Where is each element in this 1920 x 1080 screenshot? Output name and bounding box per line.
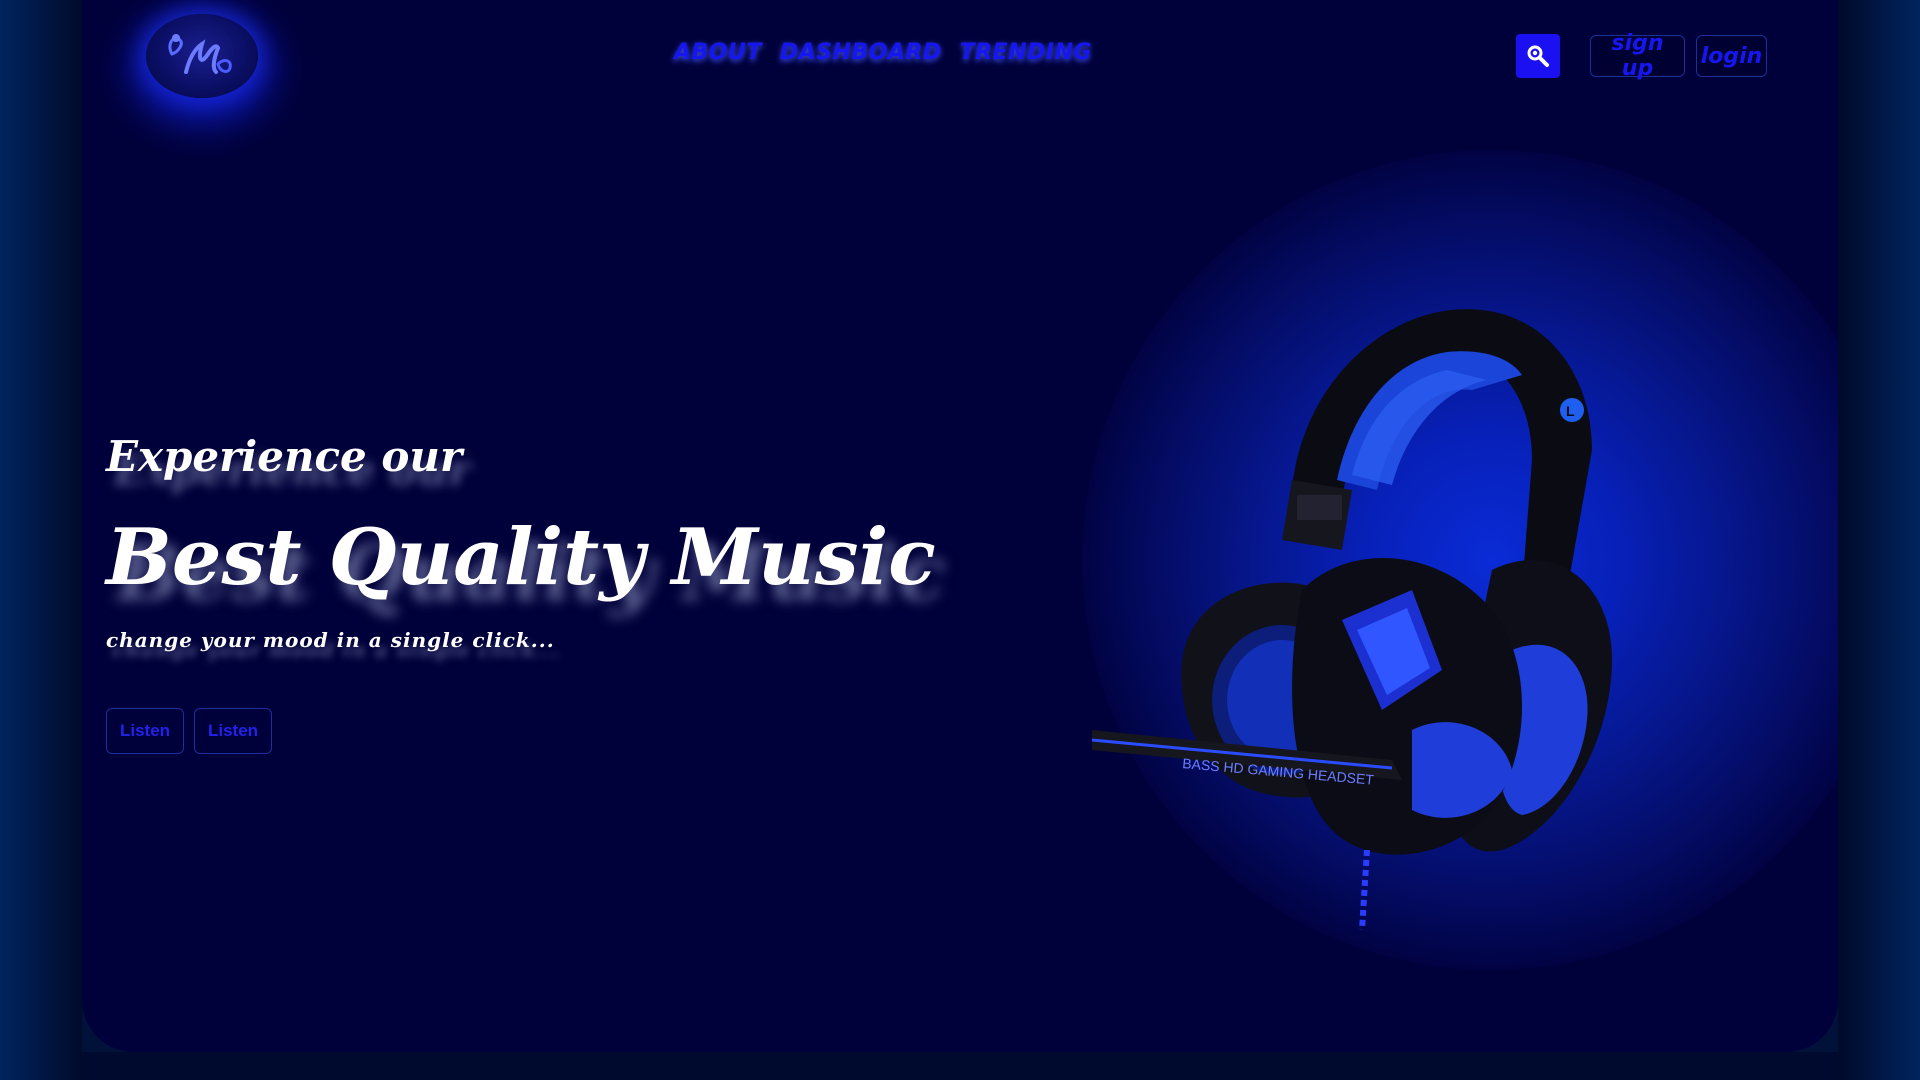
nav-trending[interactable]: TRENDING [960, 40, 1092, 65]
login-button[interactable]: login [1696, 35, 1767, 77]
right-side-gutter [1838, 0, 1920, 1080]
hero-title: Best Quality Music [106, 512, 936, 603]
search-button[interactable] [1516, 34, 1560, 78]
hero-panel: ABOUT DASHBOARD TRENDING sign up login E… [82, 0, 1838, 1052]
left-side-gutter [0, 0, 82, 1080]
nav-dashboard[interactable]: DASHBOARD [780, 40, 942, 65]
bottom-strip [82, 1052, 1838, 1080]
main-nav: ABOUT DASHBOARD TRENDING [674, 40, 1092, 65]
signup-button[interactable]: sign up [1590, 31, 1685, 81]
headset-l-marker: L [1566, 403, 1575, 419]
music-note-logo-icon [168, 34, 232, 74]
search-icon [1527, 45, 1549, 67]
listen-button-secondary[interactable]: Listen [194, 708, 272, 754]
gaming-headset-image: BASS HD GAMING HEADSET L [1092, 309, 1612, 930]
hero-subtitle: Experience our [106, 432, 463, 481]
hero-tagline: change your mood in a single click... [106, 628, 555, 652]
listen-button[interactable]: Listen [106, 708, 184, 754]
brand-logo[interactable] [146, 14, 258, 98]
nav-about[interactable]: ABOUT [674, 40, 762, 65]
